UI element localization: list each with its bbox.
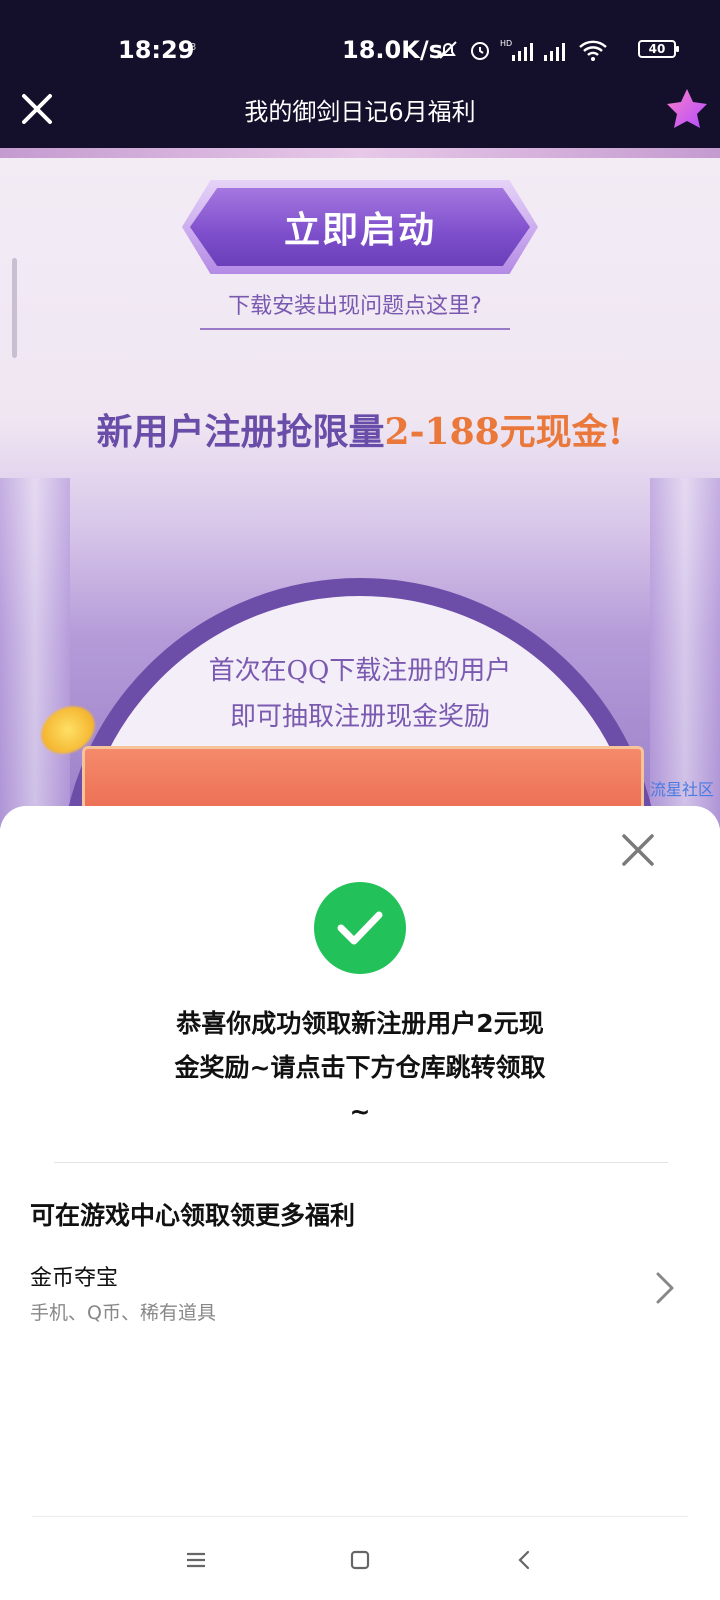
alarm-icon	[471, 42, 489, 60]
reward-sheet: 恭喜你成功领取新注册用户2元现 金奖励~请点击下方仓库跳转领取 ~ 可在游戏中心…	[0, 806, 720, 1600]
promo-headline: 新用户注册抢限量2-188元现金!	[0, 403, 720, 455]
arch-line-2: 即可抽取注册现金奖励	[229, 702, 490, 732]
status-small-indicator: 3	[190, 42, 197, 53]
more-benefits-heading: 可在游戏中心领取领更多福利	[30, 1201, 356, 1230]
promo-prefix: 新用户注册抢限量	[96, 411, 385, 453]
title-bar: 我的御剑日记6月福利	[0, 72, 720, 148]
status-icons: HD	[436, 34, 608, 66]
watermark: 流星社区	[649, 780, 714, 799]
item-subtitle: 手机、Q币、稀有道具	[30, 1302, 216, 1324]
signal-icon	[544, 43, 565, 61]
page-title: 我的御剑日记6月福利	[244, 98, 476, 126]
battery-icon: 40	[638, 40, 679, 58]
hd-signal-icon: HD	[500, 39, 533, 61]
banner-frame	[0, 148, 720, 158]
status-time: 18:29	[118, 36, 195, 64]
svg-text:HD: HD	[500, 39, 512, 48]
success-line-3: ~	[349, 1097, 371, 1126]
success-line-2: 金奖励~请点击下方仓库跳转领取	[174, 1053, 546, 1082]
bottom-divider	[32, 1516, 688, 1517]
menu-icon[interactable]	[176, 1540, 216, 1580]
success-message: 恭喜你成功领取新注册用户2元现 金奖励~请点击下方仓库跳转领取 ~	[120, 1002, 600, 1134]
mute-bell-icon	[439, 41, 457, 59]
start-button-label: 立即启动	[283, 209, 436, 251]
list-item-coin-treasure[interactable]: 金币夺宝 手机、Q币、稀有道具	[0, 1254, 720, 1334]
item-title: 金币夺宝	[30, 1266, 119, 1291]
start-button[interactable]: 立即启动	[190, 188, 530, 266]
success-check-icon	[314, 882, 406, 974]
network-speed: 18.0K/s	[342, 36, 443, 64]
promo-banner: 立即启动 下载安装出现问题点这里? 新用户注册抢限量2-188元现金! 首次在Q…	[0, 148, 720, 828]
promo-amount: 2-188元现金!	[384, 411, 624, 453]
sheet-close-icon[interactable]	[620, 832, 656, 868]
chevron-right-icon	[656, 1272, 674, 1304]
help-link[interactable]: 下载安装出现问题点这里?	[200, 288, 510, 330]
close-icon[interactable]	[18, 90, 56, 128]
star-icon[interactable]	[664, 86, 710, 132]
back-icon[interactable]	[504, 1540, 544, 1580]
success-line-1: 恭喜你成功领取新注册用户2元现	[176, 1009, 544, 1038]
arch-line-1: 首次在QQ下载注册的用户	[208, 656, 512, 686]
system-nav-bar	[0, 1520, 720, 1600]
divider	[54, 1162, 668, 1163]
arch-text: 首次在QQ下载注册的用户 即可抽取注册现金奖励	[0, 648, 720, 740]
home-icon[interactable]	[340, 1540, 380, 1580]
wifi-icon	[579, 40, 607, 61]
scroll-indicator	[12, 258, 17, 358]
